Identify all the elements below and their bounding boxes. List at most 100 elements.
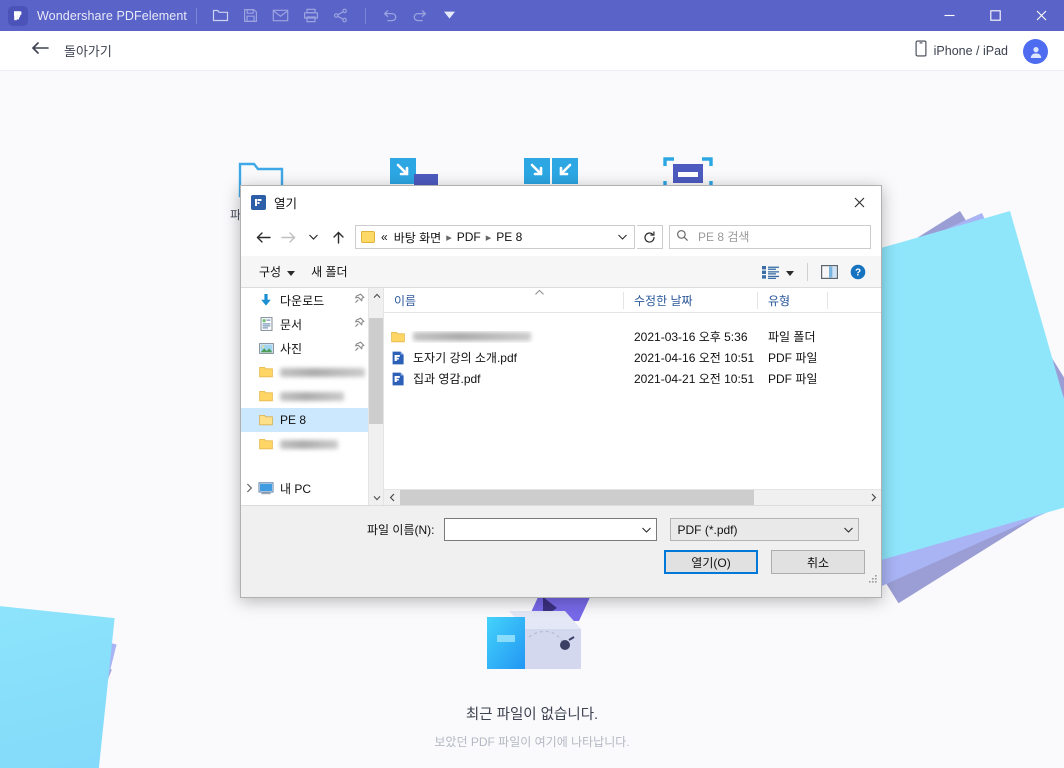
- empty-illustration-icon: [0, 591, 1064, 689]
- tree-item-label-redacted: [280, 391, 344, 401]
- save-icon[interactable]: [236, 0, 266, 31]
- sort-ascending-icon: [524, 288, 545, 298]
- file-name-redacted: [413, 332, 531, 341]
- preview-pane-icon[interactable]: [816, 260, 843, 284]
- file-date-cell: 2021-03-16 오후 5:36: [634, 330, 748, 344]
- open-file-dialog: 열기 « 바탕 화면 ▸ PDF ▸ PE 8 PE 8 검색 구성 새 폴더 …: [240, 185, 882, 598]
- filetype-combobox[interactable]: PDF (*.pdf): [669, 518, 859, 541]
- tree-item-folder-redacted-3[interactable]: [241, 432, 369, 456]
- resize-grip-icon[interactable]: [868, 573, 878, 587]
- download-icon: [257, 293, 275, 307]
- tree-item-this-pc[interactable]: 내 PC: [241, 476, 369, 500]
- column-name[interactable]: 이름: [384, 288, 624, 313]
- tree-item-network[interactable]: 네트워크: [241, 500, 369, 505]
- table-row[interactable]: 집과 영감.pdf 2021-04-21 오전 10:51 PDF 파일: [384, 368, 881, 389]
- nav-up-icon[interactable]: [326, 224, 351, 250]
- file-list-horizontal-scrollbar[interactable]: [384, 489, 881, 505]
- svg-text:?: ?: [855, 267, 861, 278]
- minimize-icon[interactable]: [926, 0, 972, 31]
- nav-recent-chevron-down-icon[interactable]: [301, 224, 326, 250]
- hscroll-track[interactable]: [400, 490, 865, 505]
- scroll-left-icon[interactable]: [384, 490, 400, 505]
- tree-item-label-redacted: [280, 367, 365, 377]
- search-input[interactable]: [696, 229, 864, 245]
- folder-icon: [257, 438, 275, 450]
- tree-item-label: 문서: [280, 317, 303, 332]
- pin-icon[interactable]: [354, 317, 365, 331]
- column-type[interactable]: 유형: [758, 288, 828, 313]
- redo-icon[interactable]: [405, 0, 435, 31]
- tree-scrollbar-thumb[interactable]: [369, 318, 383, 424]
- pictures-icon: [257, 342, 275, 355]
- scroll-down-icon[interactable]: [369, 490, 383, 505]
- tree-item-folder-redacted-2[interactable]: [241, 384, 369, 408]
- table-row[interactable]: 도자기 강의 소개.pdf 2021-04-16 오전 10:51 PDF 파일: [384, 347, 881, 368]
- navigation-tree: 다운로드 문서 사진 PE 8 내 PC: [241, 288, 384, 505]
- arrow-left-icon: [30, 41, 50, 60]
- view-options-icon[interactable]: [757, 260, 799, 284]
- device-button[interactable]: iPhone / iPad: [915, 31, 1008, 71]
- pdfelement-small-icon: [251, 194, 266, 210]
- breadcrumb[interactable]: « 바탕 화면 ▸ PDF ▸ PE 8: [355, 225, 635, 249]
- open-button[interactable]: 열기(O): [664, 550, 758, 574]
- chevron-right-icon[interactable]: [241, 483, 257, 493]
- tree-item-documents[interactable]: 문서: [241, 312, 369, 336]
- table-row[interactable]: 2021-03-16 오후 5:36 파일 폴더: [384, 326, 881, 347]
- file-date-cell: 2021-04-16 오전 10:51: [634, 351, 755, 365]
- new-folder-button[interactable]: 새 폴더: [303, 260, 355, 284]
- pdf-file-icon: [390, 351, 406, 365]
- undo-icon[interactable]: [375, 0, 405, 31]
- filename-input[interactable]: [449, 521, 638, 538]
- organize-button[interactable]: 구성: [251, 260, 303, 284]
- help-icon[interactable]: ?: [845, 260, 871, 284]
- hscroll-thumb[interactable]: [400, 490, 754, 505]
- file-list-header: 이름 수정한 날짜 유형: [384, 288, 881, 313]
- dialog-buttons: 열기(O) 취소: [241, 541, 881, 574]
- refresh-icon[interactable]: [637, 225, 663, 249]
- pdfelement-window: Wondershare PDFelement 돌아가기 iPhone / iPa…: [0, 0, 1064, 768]
- column-type-label: 유형: [768, 293, 791, 308]
- folder-icon: [257, 414, 275, 426]
- tree-item-folder-redacted-1[interactable]: [241, 360, 369, 384]
- scroll-up-icon[interactable]: [369, 288, 383, 304]
- quick-toolbar: [206, 0, 465, 31]
- filetype-value: PDF (*.pdf): [677, 522, 738, 537]
- breadcrumb-item-0[interactable]: 바탕 화면: [394, 229, 442, 246]
- more-dropdown-icon[interactable]: [435, 0, 465, 31]
- app-title-text: Wondershare PDFelement: [37, 8, 187, 23]
- filename-combobox[interactable]: [443, 518, 657, 541]
- tree-item-downloads[interactable]: 다운로드: [241, 288, 369, 312]
- file-name-cell: 도자기 강의 소개.pdf: [384, 349, 624, 366]
- open-folder-icon[interactable]: [206, 0, 236, 31]
- back-button[interactable]: 돌아가기: [30, 41, 112, 60]
- file-type-cell: PDF 파일: [768, 351, 818, 365]
- print-icon[interactable]: [296, 0, 326, 31]
- maximize-icon[interactable]: [972, 0, 1018, 31]
- close-icon[interactable]: [1018, 0, 1064, 31]
- dialog-close-icon[interactable]: [837, 186, 881, 218]
- share-icon[interactable]: [326, 0, 356, 31]
- breadcrumb-chevron-down-icon[interactable]: [612, 226, 632, 248]
- organize-label: 구성: [259, 265, 282, 279]
- dialog-title-bar: 열기: [241, 186, 881, 218]
- filetype-chevron-down-icon[interactable]: [840, 526, 858, 534]
- email-icon[interactable]: [266, 0, 296, 31]
- tree-item-pictures[interactable]: 사진: [241, 336, 369, 360]
- search-box[interactable]: [669, 225, 871, 249]
- user-avatar-icon[interactable]: [1023, 39, 1048, 64]
- scroll-right-icon[interactable]: [865, 490, 881, 505]
- empty-subtitle: 보았던 PDF 파일이 여기에 나타납니다.: [434, 735, 630, 749]
- column-date-modified[interactable]: 수정한 날짜: [624, 288, 758, 313]
- pin-icon[interactable]: [354, 341, 365, 355]
- tree-item-folder-pe8[interactable]: PE 8: [241, 408, 383, 432]
- computer-icon: [257, 481, 275, 495]
- breadcrumb-item-2[interactable]: PE 8: [496, 230, 522, 244]
- nav-back-icon[interactable]: [251, 224, 276, 250]
- filename-chevron-down-icon[interactable]: [638, 526, 656, 534]
- cancel-button[interactable]: 취소: [771, 550, 865, 574]
- breadcrumb-item-1[interactable]: PDF: [457, 230, 481, 244]
- command-divider: [807, 262, 808, 281]
- window-controls: [926, 0, 1064, 31]
- pin-icon[interactable]: [354, 293, 365, 307]
- tree-scrollbar[interactable]: [368, 288, 383, 505]
